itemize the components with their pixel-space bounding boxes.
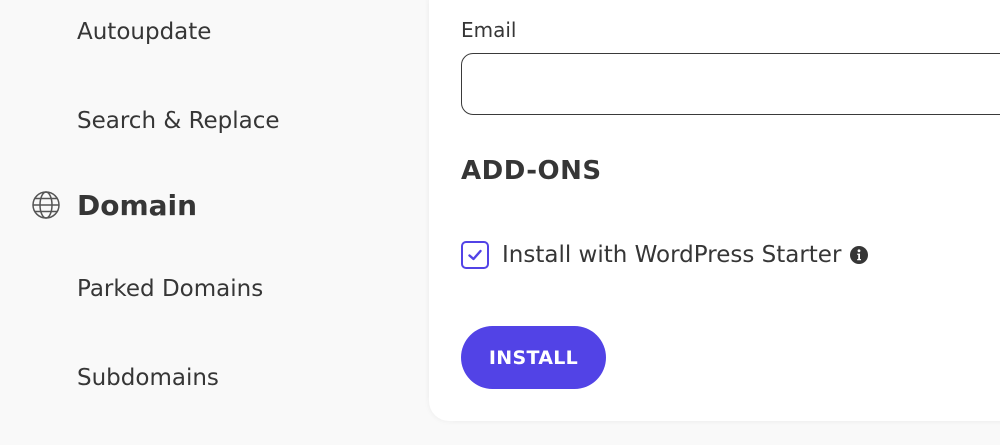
install-button[interactable]: INSTALL — [461, 326, 606, 389]
wordpress-starter-checkbox[interactable] — [461, 241, 489, 269]
info-icon[interactable] — [849, 245, 869, 265]
globe-icon — [30, 189, 62, 221]
sidebar-item-parked-domains[interactable]: Parked Domains — [77, 275, 263, 303]
sidebar-item-search-replace[interactable]: Search & Replace — [77, 107, 280, 135]
sidebar-item-subdomains[interactable]: Subdomains — [77, 364, 219, 392]
email-label: Email — [461, 18, 517, 42]
addon-wordpress-starter: Install with WordPress Starter — [461, 240, 869, 270]
sidebar-item-autoupdate[interactable]: Autoupdate — [77, 18, 211, 46]
email-input[interactable] — [461, 53, 1000, 115]
checkmark-icon — [468, 249, 482, 261]
sidebar-section-domain: Domain — [30, 188, 198, 222]
wordpress-starter-label[interactable]: Install with WordPress Starter — [502, 242, 841, 268]
sidebar-section-label: Domain — [77, 188, 198, 222]
addons-heading: ADD-ONS — [461, 156, 602, 186]
sidebar: Autoupdate Search & Replace Domain Parke… — [0, 0, 430, 445]
